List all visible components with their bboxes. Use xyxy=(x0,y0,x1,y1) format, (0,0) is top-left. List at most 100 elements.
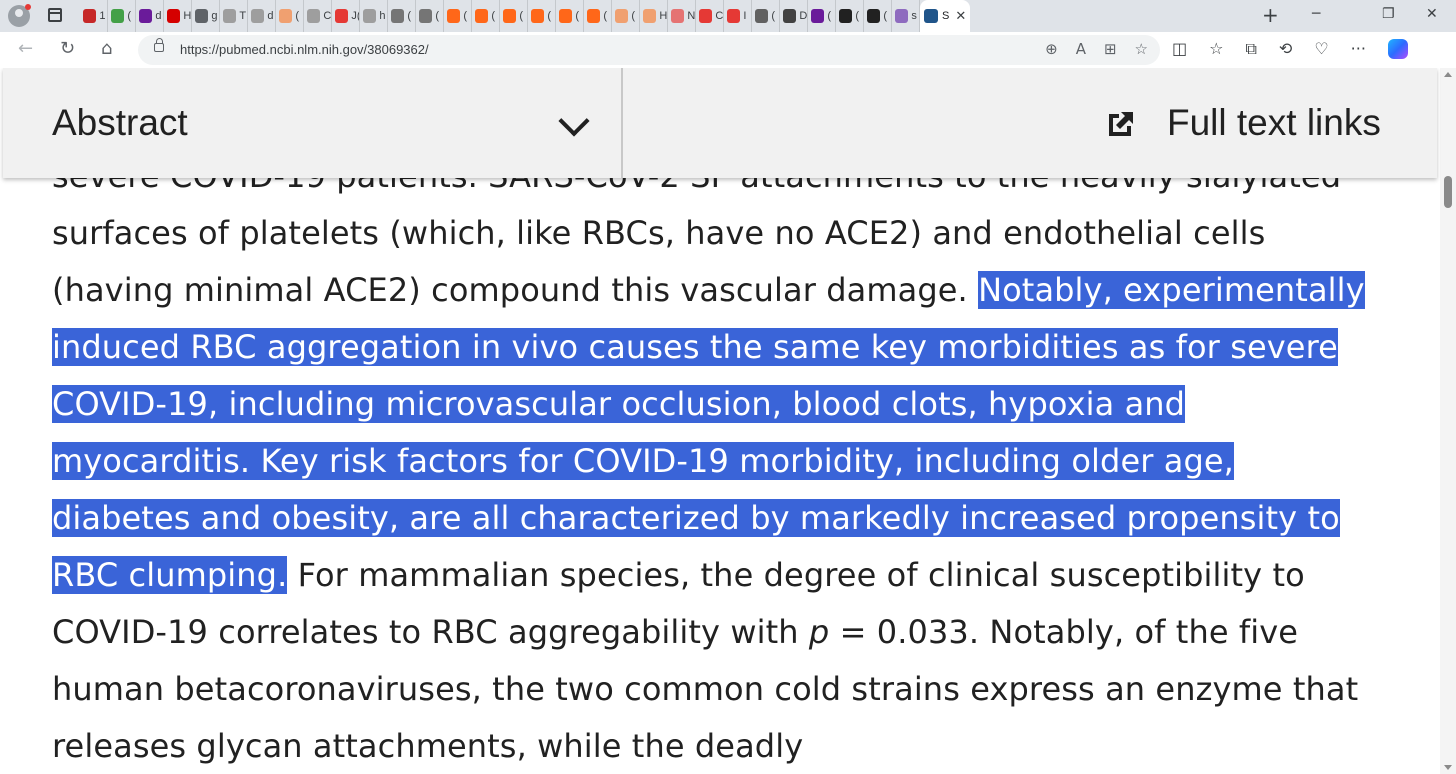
tab-title: s xyxy=(911,10,917,22)
tab-title: 1 xyxy=(99,10,106,22)
full-text-links-button[interactable]: Full text links xyxy=(1103,68,1403,178)
scrollbar-thumb[interactable] xyxy=(1444,176,1452,208)
tab-title: H xyxy=(659,10,667,22)
page-icon xyxy=(307,9,321,23)
browser-tab[interactable]: 1 xyxy=(80,0,108,32)
home-icon[interactable]: ⌂ xyxy=(101,39,112,59)
back-icon[interactable]: ← xyxy=(18,39,33,59)
browser-tab[interactable]: C xyxy=(696,0,724,32)
browser-tab[interactable]: d xyxy=(248,0,276,32)
tab-title: ( xyxy=(127,10,132,22)
substack-icon xyxy=(503,9,517,23)
close-tab-icon[interactable]: ✕ xyxy=(955,9,966,24)
browser-essentials-icon[interactable]: ♡ xyxy=(1314,39,1328,59)
minimize-button[interactable]: ─ xyxy=(1312,6,1320,22)
browser-tab[interactable]: I xyxy=(724,0,752,32)
browser-tab[interactable]: g xyxy=(192,0,220,32)
browser-tab[interactable]: s xyxy=(892,0,920,32)
browser-toolbar: ← ↻ ⌂ https://pubmed.ncbi.nlm.nih.gov/38… xyxy=(0,32,1456,68)
browser-tab[interactable]: ( xyxy=(388,0,416,32)
image-icon xyxy=(755,9,769,23)
browser-tab[interactable]: h xyxy=(360,0,388,32)
sticky-article-header: Abstract Full text links xyxy=(3,68,1437,178)
collections-icon[interactable]: ⧉ xyxy=(1245,39,1256,59)
browser-tab[interactable]: ( xyxy=(108,0,136,32)
tab-title: g xyxy=(211,10,218,22)
bookmark-icon xyxy=(167,9,181,23)
browser-tab[interactable]: ( xyxy=(836,0,864,32)
selected-line: Notably, xyxy=(978,271,1113,309)
chevron-down-icon xyxy=(558,105,590,137)
browser-tab[interactable]: ( xyxy=(556,0,584,32)
tab-strip: 1(dHgTd(CJ(h(((((((((HNCI(D(((sS✕ + ─ ❐ … xyxy=(0,0,1456,32)
browser-tab[interactable]: N xyxy=(668,0,696,32)
browser-tab[interactable]: ( xyxy=(500,0,528,32)
browser-tab[interactable]: H xyxy=(640,0,668,32)
browser-tab[interactable]: ( xyxy=(528,0,556,32)
restore-button[interactable]: ❐ xyxy=(1382,6,1395,22)
browser-tab[interactable]: ( xyxy=(276,0,304,32)
tab-title: ( xyxy=(855,10,860,22)
abstract-dropdown[interactable]: Abstract xyxy=(3,68,621,178)
vertical-scrollbar[interactable] xyxy=(1440,68,1456,774)
selected-text[interactable]: Notably, experimentally induced RBC aggr… xyxy=(52,271,1365,594)
browser-tab[interactable]: d xyxy=(136,0,164,32)
browser-tab[interactable]: ( xyxy=(864,0,892,32)
tab-title: ( xyxy=(575,10,580,22)
active-browser-tab[interactable]: S ✕ xyxy=(920,0,970,32)
app-available-icon[interactable]: ⊞ xyxy=(1104,40,1117,58)
favorites-icon[interactable]: ☆ xyxy=(1209,39,1223,59)
copilot-icon[interactable] xyxy=(1387,39,1408,59)
browser-tab[interactable]: ( xyxy=(808,0,836,32)
mail-icon xyxy=(811,9,825,23)
wp-icon xyxy=(867,9,881,23)
close-window-button[interactable]: ✕ xyxy=(1426,6,1438,22)
browser-tab[interactable]: ( xyxy=(752,0,780,32)
split-screen-icon[interactable]: ◫ xyxy=(1172,39,1187,59)
g-icon xyxy=(111,9,125,23)
substack-icon xyxy=(279,9,293,23)
address-bar[interactable]: https://pubmed.ncbi.nlm.nih.gov/38069362… xyxy=(138,35,1160,65)
external-link-icon xyxy=(1109,112,1133,136)
substack-icon xyxy=(531,9,545,23)
browser-tab[interactable]: H xyxy=(164,0,192,32)
browser-tab[interactable]: D xyxy=(780,0,808,32)
tab-title: ( xyxy=(295,10,300,22)
notification-dot xyxy=(25,4,31,10)
page-icon xyxy=(363,9,377,23)
tab-title: ( xyxy=(883,10,888,22)
tab-title: ( xyxy=(463,10,468,22)
scroll-down-arrow-icon[interactable] xyxy=(1444,765,1452,770)
browser-tab[interactable]: T xyxy=(220,0,248,32)
tab-title: ( xyxy=(631,10,636,22)
browser-tab[interactable]: ( xyxy=(472,0,500,32)
read-aloud-icon[interactable]: A xyxy=(1076,40,1086,58)
pubmed-icon xyxy=(924,9,938,23)
tab-title: I xyxy=(743,10,747,22)
browser-tab[interactable]: C xyxy=(304,0,332,32)
url-text[interactable]: https://pubmed.ncbi.nlm.nih.gov/38069362… xyxy=(180,42,429,57)
image-icon xyxy=(419,9,433,23)
browser-tab[interactable]: ( xyxy=(612,0,640,32)
lock-icon[interactable] xyxy=(154,38,164,52)
abstract-dropdown-label: Abstract xyxy=(52,102,188,143)
scroll-up-arrow-icon[interactable] xyxy=(1444,72,1452,77)
more-menu-icon[interactable]: ··· xyxy=(1351,39,1366,59)
zoom-icon[interactable]: ⊕ xyxy=(1045,40,1058,58)
browser-tab[interactable]: ( xyxy=(444,0,472,32)
address-bar-icons: ⊕ A ⊞ ☆ xyxy=(1045,40,1148,58)
refresh-icon[interactable]: ↻ xyxy=(60,39,75,59)
browser-tab[interactable]: ( xyxy=(584,0,612,32)
tab-actions-icon[interactable] xyxy=(48,8,62,22)
browser-tab[interactable]: J( xyxy=(332,0,360,32)
favorite-star-icon[interactable]: ☆ xyxy=(1135,40,1148,58)
tab-list: 1(dHgTd(CJ(h(((((((((HNCI(D(((sS✕ xyxy=(80,0,970,32)
new-tab-button[interactable]: + xyxy=(1262,5,1279,25)
youtube-icon xyxy=(727,9,741,23)
substack-icon xyxy=(559,9,573,23)
tab-title: ( xyxy=(547,10,552,22)
browser-tab[interactable]: ( xyxy=(416,0,444,32)
history-icon[interactable]: ⟲ xyxy=(1279,39,1292,59)
yahoo-icon xyxy=(139,9,153,23)
substack-icon xyxy=(643,9,657,23)
